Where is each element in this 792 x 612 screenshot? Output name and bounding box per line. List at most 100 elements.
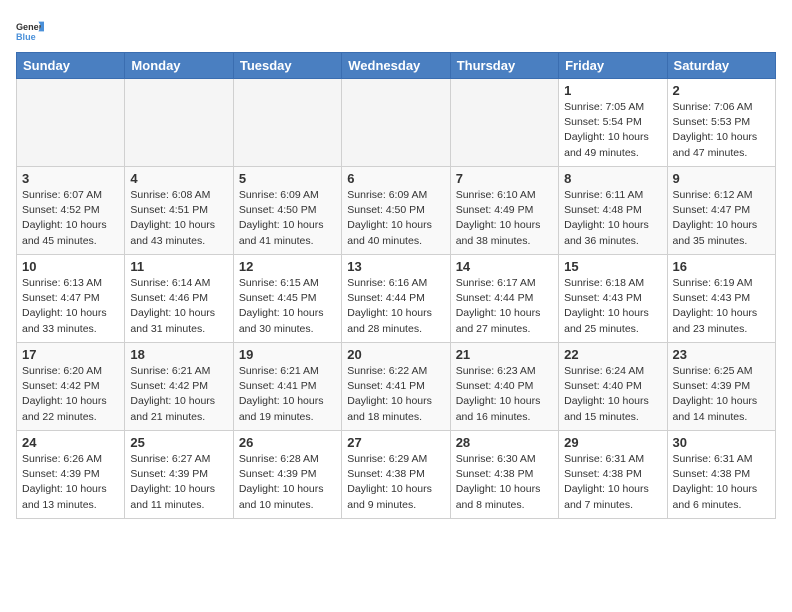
day-number: 23 (673, 347, 770, 362)
calendar-week-row: 10 Sunrise: 6:13 AM Sunset: 4:47 PM Dayli… (17, 255, 776, 343)
day-info: Sunrise: 6:27 AM Sunset: 4:39 PM Dayligh… (130, 452, 227, 513)
day-info: Sunrise: 6:30 AM Sunset: 4:38 PM Dayligh… (456, 452, 553, 513)
calendar-cell: 1 Sunrise: 7:05 AM Sunset: 5:54 PM Daylig… (559, 79, 667, 167)
day-number: 11 (130, 259, 227, 274)
calendar-week-row: 24 Sunrise: 6:26 AM Sunset: 4:39 PM Dayli… (17, 431, 776, 519)
day-number: 1 (564, 83, 661, 98)
calendar-week-row: 17 Sunrise: 6:20 AM Sunset: 4:42 PM Dayli… (17, 343, 776, 431)
calendar-cell (450, 79, 558, 167)
calendar-cell (233, 79, 341, 167)
weekday-header: Sunday (17, 53, 125, 79)
day-number: 20 (347, 347, 444, 362)
day-number: 5 (239, 171, 336, 186)
calendar-cell: 26 Sunrise: 6:28 AM Sunset: 4:39 PM Dayli… (233, 431, 341, 519)
day-info: Sunrise: 6:21 AM Sunset: 4:42 PM Dayligh… (130, 364, 227, 425)
calendar-week-row: 1 Sunrise: 7:05 AM Sunset: 5:54 PM Daylig… (17, 79, 776, 167)
day-number: 7 (456, 171, 553, 186)
day-number: 16 (673, 259, 770, 274)
calendar-cell: 16 Sunrise: 6:19 AM Sunset: 4:43 PM Dayli… (667, 255, 775, 343)
day-info: Sunrise: 6:11 AM Sunset: 4:48 PM Dayligh… (564, 188, 661, 249)
calendar-week-row: 3 Sunrise: 6:07 AM Sunset: 4:52 PM Daylig… (17, 167, 776, 255)
calendar-cell: 13 Sunrise: 6:16 AM Sunset: 4:44 PM Dayli… (342, 255, 450, 343)
calendar-cell: 2Sunrise: 7:06 AM Sunset: 5:53 PM Daylig… (667, 79, 775, 167)
logo: General Blue (16, 16, 44, 44)
day-number: 4 (130, 171, 227, 186)
day-info: Sunrise: 6:18 AM Sunset: 4:43 PM Dayligh… (564, 276, 661, 337)
day-info: Sunrise: 6:28 AM Sunset: 4:39 PM Dayligh… (239, 452, 336, 513)
day-number: 12 (239, 259, 336, 274)
day-info: Sunrise: 7:05 AM Sunset: 5:54 PM Dayligh… (564, 100, 661, 161)
day-number: 29 (564, 435, 661, 450)
day-info: Sunrise: 6:22 AM Sunset: 4:41 PM Dayligh… (347, 364, 444, 425)
weekday-header: Friday (559, 53, 667, 79)
calendar-cell: 15 Sunrise: 6:18 AM Sunset: 4:43 PM Dayli… (559, 255, 667, 343)
weekday-header: Wednesday (342, 53, 450, 79)
day-info: Sunrise: 6:08 AM Sunset: 4:51 PM Dayligh… (130, 188, 227, 249)
day-number: 27 (347, 435, 444, 450)
calendar-cell (342, 79, 450, 167)
calendar-cell: 21Sunrise: 6:23 AM Sunset: 4:40 PM Dayli… (450, 343, 558, 431)
calendar-cell: 14Sunrise: 6:17 AM Sunset: 4:44 PM Dayli… (450, 255, 558, 343)
day-number: 14 (456, 259, 553, 274)
calendar-cell: 3 Sunrise: 6:07 AM Sunset: 4:52 PM Daylig… (17, 167, 125, 255)
day-info: Sunrise: 6:29 AM Sunset: 4:38 PM Dayligh… (347, 452, 444, 513)
day-number: 18 (130, 347, 227, 362)
day-info: Sunrise: 6:15 AM Sunset: 4:45 PM Dayligh… (239, 276, 336, 337)
weekday-header-row: SundayMondayTuesdayWednesdayThursdayFrid… (17, 53, 776, 79)
day-info: Sunrise: 6:20 AM Sunset: 4:42 PM Dayligh… (22, 364, 119, 425)
day-number: 2 (673, 83, 770, 98)
day-number: 26 (239, 435, 336, 450)
calendar-cell: 27 Sunrise: 6:29 AM Sunset: 4:38 PM Dayli… (342, 431, 450, 519)
calendar-cell: 11 Sunrise: 6:14 AM Sunset: 4:46 PM Dayli… (125, 255, 233, 343)
day-info: Sunrise: 6:07 AM Sunset: 4:52 PM Dayligh… (22, 188, 119, 249)
page-header: General Blue (16, 16, 776, 44)
day-info: Sunrise: 6:26 AM Sunset: 4:39 PM Dayligh… (22, 452, 119, 513)
calendar-cell: 30 Sunrise: 6:31 AM Sunset: 4:38 PM Dayli… (667, 431, 775, 519)
day-info: Sunrise: 6:09 AM Sunset: 4:50 PM Dayligh… (239, 188, 336, 249)
day-info: Sunrise: 6:31 AM Sunset: 4:38 PM Dayligh… (564, 452, 661, 513)
day-info: Sunrise: 6:21 AM Sunset: 4:41 PM Dayligh… (239, 364, 336, 425)
svg-text:Blue: Blue (16, 32, 36, 42)
calendar-cell: 28 Sunrise: 6:30 AM Sunset: 4:38 PM Dayli… (450, 431, 558, 519)
calendar-cell: 29 Sunrise: 6:31 AM Sunset: 4:38 PM Dayli… (559, 431, 667, 519)
calendar-cell: 5 Sunrise: 6:09 AM Sunset: 4:50 PM Daylig… (233, 167, 341, 255)
day-info: Sunrise: 6:19 AM Sunset: 4:43 PM Dayligh… (673, 276, 770, 337)
day-number: 28 (456, 435, 553, 450)
day-number: 13 (347, 259, 444, 274)
calendar-cell: 23 Sunrise: 6:25 AM Sunset: 4:39 PM Dayli… (667, 343, 775, 431)
weekday-header: Saturday (667, 53, 775, 79)
calendar-cell: 25Sunrise: 6:27 AM Sunset: 4:39 PM Dayli… (125, 431, 233, 519)
day-info: Sunrise: 6:14 AM Sunset: 4:46 PM Dayligh… (130, 276, 227, 337)
day-info: Sunrise: 6:12 AM Sunset: 4:47 PM Dayligh… (673, 188, 770, 249)
day-number: 30 (673, 435, 770, 450)
day-info: Sunrise: 6:24 AM Sunset: 4:40 PM Dayligh… (564, 364, 661, 425)
day-info: Sunrise: 6:13 AM Sunset: 4:47 PM Dayligh… (22, 276, 119, 337)
day-info: Sunrise: 6:16 AM Sunset: 4:44 PM Dayligh… (347, 276, 444, 337)
day-info: Sunrise: 6:09 AM Sunset: 4:50 PM Dayligh… (347, 188, 444, 249)
calendar-cell: 24 Sunrise: 6:26 AM Sunset: 4:39 PM Dayli… (17, 431, 125, 519)
day-number: 15 (564, 259, 661, 274)
calendar-cell: 8Sunrise: 6:11 AM Sunset: 4:48 PM Daylig… (559, 167, 667, 255)
weekday-header: Thursday (450, 53, 558, 79)
day-number: 17 (22, 347, 119, 362)
calendar-cell (17, 79, 125, 167)
day-number: 6 (347, 171, 444, 186)
day-number: 24 (22, 435, 119, 450)
day-number: 19 (239, 347, 336, 362)
weekday-header: Monday (125, 53, 233, 79)
day-info: Sunrise: 6:10 AM Sunset: 4:49 PM Dayligh… (456, 188, 553, 249)
weekday-header: Tuesday (233, 53, 341, 79)
logo-icon: General Blue (16, 16, 44, 44)
calendar-cell (125, 79, 233, 167)
day-number: 9 (673, 171, 770, 186)
day-info: Sunrise: 6:25 AM Sunset: 4:39 PM Dayligh… (673, 364, 770, 425)
calendar-cell: 7 Sunrise: 6:10 AM Sunset: 4:49 PM Daylig… (450, 167, 558, 255)
day-info: Sunrise: 6:31 AM Sunset: 4:38 PM Dayligh… (673, 452, 770, 513)
calendar-cell: 22Sunrise: 6:24 AM Sunset: 4:40 PM Dayli… (559, 343, 667, 431)
calendar-cell: 9 Sunrise: 6:12 AM Sunset: 4:47 PM Daylig… (667, 167, 775, 255)
day-number: 10 (22, 259, 119, 274)
calendar-cell: 10 Sunrise: 6:13 AM Sunset: 4:47 PM Dayli… (17, 255, 125, 343)
calendar-cell: 18 Sunrise: 6:21 AM Sunset: 4:42 PM Dayli… (125, 343, 233, 431)
day-number: 21 (456, 347, 553, 362)
day-number: 3 (22, 171, 119, 186)
